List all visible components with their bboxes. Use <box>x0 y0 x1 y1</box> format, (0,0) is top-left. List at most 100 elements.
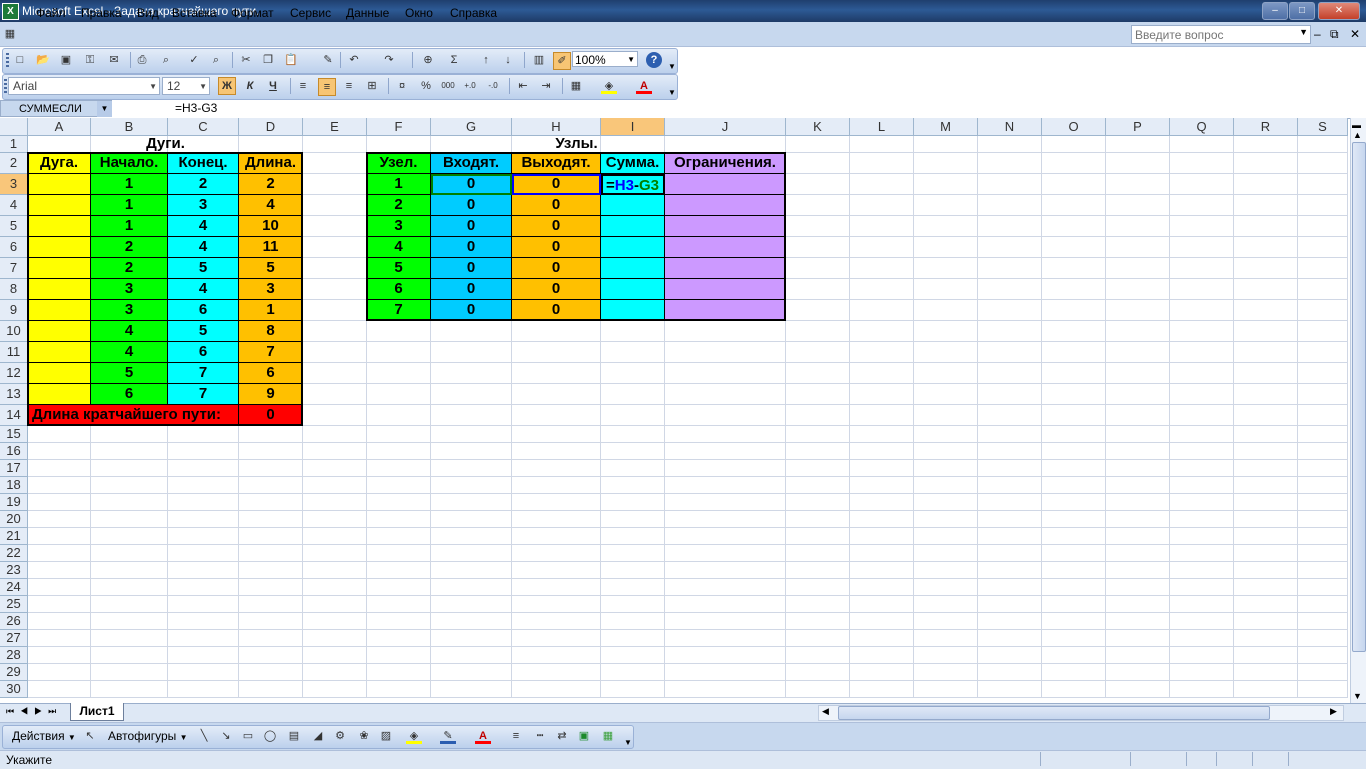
cell[interactable] <box>303 562 367 579</box>
node-id-cell[interactable]: 6 <box>367 279 431 300</box>
cell[interactable] <box>239 477 303 494</box>
cell[interactable] <box>665 647 786 664</box>
cell[interactable] <box>512 443 601 460</box>
cell[interactable] <box>914 342 978 363</box>
cell[interactable] <box>914 443 978 460</box>
cell[interactable] <box>850 384 914 405</box>
align-left-icon[interactable]: ≡ <box>295 78 311 94</box>
cell[interactable] <box>303 342 367 363</box>
cell[interactable] <box>665 596 786 613</box>
arc-variable-cell[interactable] <box>28 363 91 384</box>
chevron-down-icon[interactable]: ▼ <box>627 52 635 68</box>
node-constraint-cell[interactable] <box>665 237 786 258</box>
format-painter-icon[interactable]: ✎ <box>320 52 336 68</box>
node-sum-cell[interactable] <box>601 195 665 216</box>
print-icon[interactable]: ⎙ <box>134 52 150 68</box>
spelling-icon[interactable]: ✓ <box>186 52 202 68</box>
scroll-left-icon[interactable]: ◀ <box>822 706 829 717</box>
help-question-input[interactable] <box>1132 26 1297 43</box>
cell[interactable] <box>601 426 665 443</box>
cell[interactable] <box>914 681 978 698</box>
decrease-decimal-icon[interactable]: -.0 <box>485 78 501 94</box>
cell[interactable] <box>28 511 91 528</box>
cell[interactable] <box>512 384 601 405</box>
3d-icon[interactable]: ▦ <box>600 728 616 744</box>
cell[interactable] <box>1234 279 1298 300</box>
cell[interactable] <box>1298 300 1348 321</box>
node-constraint-cell[interactable] <box>665 258 786 279</box>
cell[interactable] <box>367 460 431 477</box>
arc-variable-cell[interactable] <box>28 279 91 300</box>
node-incoming-cell[interactable]: 0 <box>431 195 512 216</box>
cell[interactable] <box>1234 545 1298 562</box>
chart-wizard-icon[interactable]: ▥ <box>531 52 547 68</box>
arc-length-cell[interactable]: 6 <box>239 363 303 384</box>
cell[interactable] <box>431 405 512 426</box>
cell[interactable] <box>512 562 601 579</box>
cell[interactable] <box>1298 384 1348 405</box>
cell[interactable] <box>431 613 512 630</box>
cell[interactable] <box>914 630 978 647</box>
cell[interactable] <box>665 460 786 477</box>
menu-item[interactable]: Окно <box>405 6 433 20</box>
cell[interactable] <box>1298 477 1348 494</box>
cell[interactable] <box>850 321 914 342</box>
arc-length-cell[interactable]: 3 <box>239 279 303 300</box>
nodes-header-cell[interactable]: Ограничения. <box>665 153 786 174</box>
cell[interactable] <box>601 460 665 477</box>
node-id-cell[interactable]: 7 <box>367 300 431 321</box>
cell[interactable] <box>665 511 786 528</box>
arc-start-cell[interactable]: 4 <box>91 321 168 342</box>
cell[interactable] <box>850 613 914 630</box>
cell[interactable] <box>665 681 786 698</box>
cell[interactable] <box>303 477 367 494</box>
cell[interactable] <box>367 596 431 613</box>
cell[interactable] <box>1042 664 1106 681</box>
cell[interactable] <box>1298 613 1348 630</box>
row-header[interactable]: 11 <box>0 342 28 363</box>
cell[interactable] <box>914 477 978 494</box>
cell[interactable] <box>168 562 239 579</box>
hyperlink-icon[interactable]: ⊕ <box>420 52 436 68</box>
row-header[interactable]: 13 <box>0 384 28 405</box>
arc-end-cell[interactable]: 7 <box>168 384 239 405</box>
sheet-nav-icons[interactable]: ⏮◀▶⏭ <box>6 706 62 717</box>
cell[interactable] <box>1234 174 1298 195</box>
cell[interactable] <box>1298 494 1348 511</box>
cell[interactable] <box>1234 363 1298 384</box>
cell[interactable] <box>1042 300 1106 321</box>
cell[interactable] <box>1234 384 1298 405</box>
cell[interactable] <box>512 363 601 384</box>
cell[interactable] <box>431 384 512 405</box>
cell[interactable] <box>28 528 91 545</box>
cell[interactable] <box>1170 681 1234 698</box>
node-constraint-cell[interactable] <box>665 279 786 300</box>
cell[interactable] <box>978 630 1042 647</box>
cell[interactable] <box>1106 681 1170 698</box>
cell[interactable] <box>1170 630 1234 647</box>
save-icon[interactable]: ▣ <box>58 52 74 68</box>
cell[interactable] <box>1106 405 1170 426</box>
row-header[interactable]: 2 <box>0 153 28 174</box>
chevron-down-icon[interactable]: ▼ <box>199 78 207 95</box>
cell[interactable] <box>1170 216 1234 237</box>
cell[interactable] <box>786 596 850 613</box>
cell[interactable] <box>1106 596 1170 613</box>
column-header[interactable]: O <box>1042 118 1106 136</box>
cell[interactable] <box>1234 321 1298 342</box>
arcs-table-title[interactable]: Дуги. <box>28 136 303 153</box>
cell[interactable] <box>28 477 91 494</box>
cell[interactable] <box>978 300 1042 321</box>
cell[interactable] <box>1170 174 1234 195</box>
cell[interactable] <box>1042 579 1106 596</box>
cell[interactable] <box>303 321 367 342</box>
cell[interactable] <box>978 460 1042 477</box>
cell[interactable] <box>28 647 91 664</box>
cell[interactable] <box>1042 258 1106 279</box>
cell[interactable] <box>91 562 168 579</box>
cell[interactable] <box>1170 384 1234 405</box>
row-header[interactable]: 24 <box>0 579 28 596</box>
cell[interactable] <box>1234 426 1298 443</box>
cell[interactable] <box>367 545 431 562</box>
cell[interactable] <box>28 681 91 698</box>
